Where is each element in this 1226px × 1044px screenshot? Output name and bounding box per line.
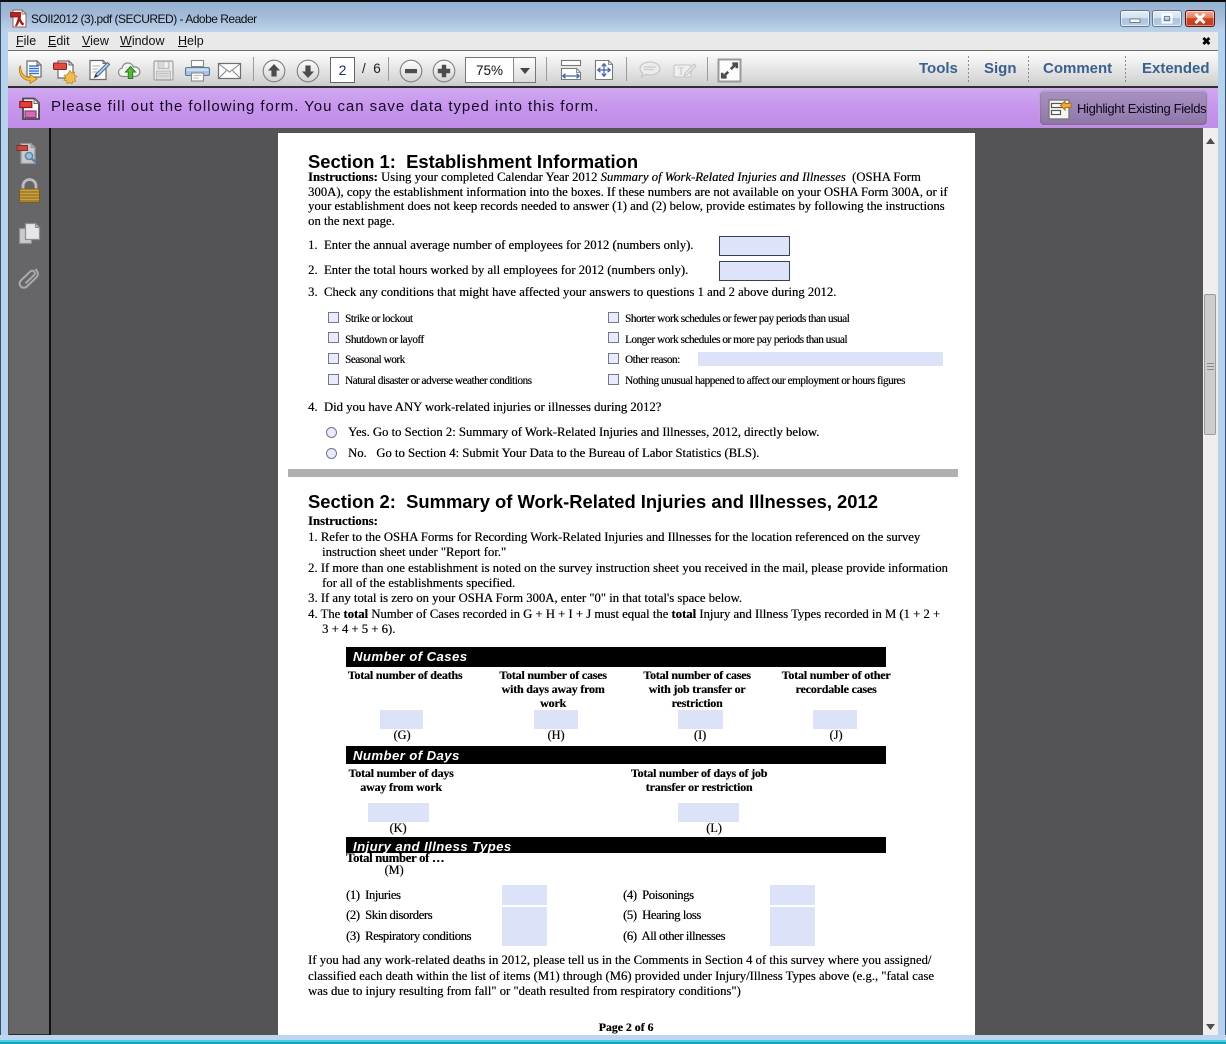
svg-text:T: T [678, 67, 684, 78]
